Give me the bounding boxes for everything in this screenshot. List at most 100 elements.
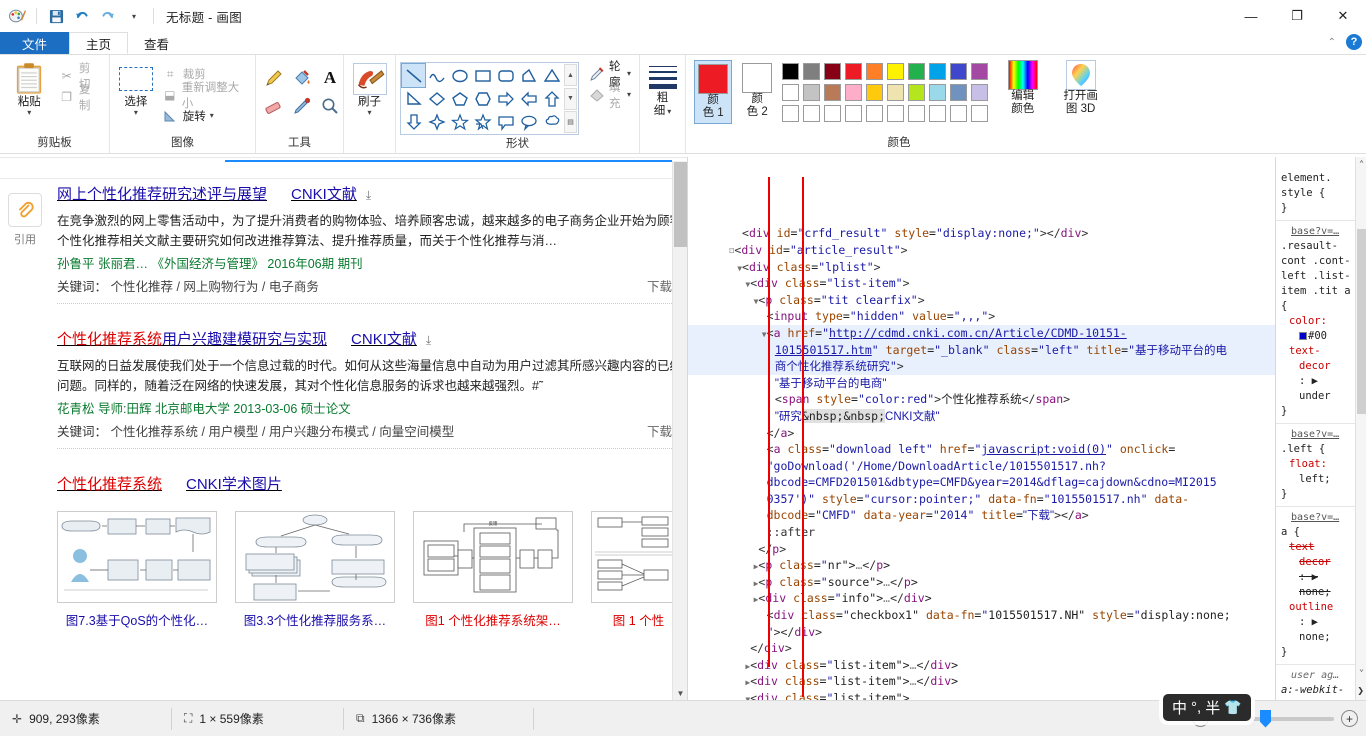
magnifier-icon[interactable] [316,92,344,120]
shapes-expand-icon[interactable]: ▤ [564,111,577,133]
zoom-slider-thumb[interactable] [1260,709,1271,728]
minimize-button[interactable]: — [1228,0,1274,32]
shapes-scroll-up-icon[interactable]: ▲ [564,64,577,86]
web-panel-scroll-down-icon[interactable]: ▼ [673,686,688,700]
shape-diamond-icon[interactable] [425,87,448,110]
shapes-gallery[interactable]: ▲ ▼ ▤ [400,62,579,135]
collapse-ribbon-icon[interactable]: ⌃ [1328,37,1336,48]
color2-button[interactable]: 颜 色 2 [738,60,776,122]
style-decl-text-decoration[interactable]: text- [1281,344,1361,359]
dom-node-line[interactable]: ▼<div class="lplist"> [688,259,1276,276]
ime-indicator[interactable]: 中 °, 半 👕 [1163,694,1251,721]
styles-scroll-down-icon[interactable]: ⌄ [1356,662,1366,674]
color-swatch-icon[interactable] [1299,332,1307,340]
figure-thumbnail[interactable] [57,511,217,603]
rotate-button[interactable]: 旋转 ▾ [160,106,251,126]
palette-swatch-1-5[interactable] [887,84,905,101]
maximize-button[interactable]: ❐ [1274,0,1320,32]
figure-item[interactable]: 反馈 图1 个性化推荐系统架… [413,511,573,629]
palette-swatch-1-0[interactable] [782,84,800,101]
dom-node-line[interactable]: ▼</div> [688,640,1276,657]
save-icon[interactable] [45,5,67,27]
dom-node-line[interactable]: ▶<div class="list-item">…</div> [688,657,1276,674]
select-button[interactable]: 选择 ▾ [114,60,158,117]
palette-swatch-1-2[interactable] [824,84,842,101]
palette-swatch-2-9[interactable] [971,105,989,122]
dom-node-line[interactable]: ▼1015501517.htm" target="_blank" class="… [688,341,1276,359]
dom-node-line[interactable]: ▼<p class="tit clearfix"> [688,292,1276,309]
close-button[interactable]: ✕ [1320,0,1366,32]
palette-swatch-2-6[interactable] [908,105,926,122]
palette-swatch-2-2[interactable] [824,105,842,122]
style-decl-float[interactable]: float: [1281,457,1361,472]
palette-swatch-2-1[interactable] [803,105,821,122]
select-caret-icon[interactable]: ▾ [134,109,138,117]
image-block-title-highlight[interactable]: 个性化推荐系统 [57,476,162,493]
redo-icon[interactable] [97,5,119,27]
download-link[interactable]: 下载 [647,276,672,298]
dom-node-line[interactable]: ▼</p> [688,541,1276,558]
palette-swatch-0-7[interactable] [929,63,947,80]
style-source-link[interactable]: base?v=… [1281,427,1361,442]
result-source-tag[interactable]: CNKI文献 [351,331,417,348]
web-panel-scrollbar[interactable]: ▼ [672,161,687,700]
eraser-icon[interactable] [260,92,288,120]
palette-swatch-0-2[interactable] [824,63,842,80]
shape-line-icon[interactable] [401,63,426,88]
result-source-tag[interactable]: CNKI文献 [291,186,357,203]
dom-node-line[interactable]: ▼::after [688,524,1276,541]
image-block-source-tag[interactable]: CNKI学术图片 [186,476,282,493]
dom-node-line[interactable]: ⌑<div id="article_result"> [688,242,1276,259]
shape-callout-oval-icon[interactable] [517,110,540,133]
dom-node-line[interactable]: ▼</a> [688,425,1276,442]
tab-view[interactable]: 查看 [128,32,185,54]
palette-swatch-1-7[interactable] [929,84,947,101]
customize-quick-access-caret-icon[interactable]: ▾ [123,5,145,27]
download-icon[interactable]: ⤓ [366,183,371,207]
palette-swatch-1-3[interactable] [845,84,863,101]
edit-colors-button[interactable]: 编辑 颜色 [1004,60,1041,116]
palette-swatch-0-1[interactable] [803,63,821,80]
shape-star-6-icon[interactable] [471,110,494,133]
paste-caret-icon[interactable]: ▾ [27,109,31,117]
shape-arrow-down-icon[interactable] [402,110,425,133]
palette-swatch-0-0[interactable] [782,63,800,80]
zoom-in-button[interactable]: + [1341,710,1358,727]
open-paint3d-button[interactable]: 打开画 图 3D [1061,60,1100,116]
shape-star-5-icon[interactable] [448,110,471,133]
copy-button[interactable]: ❐ 复制 [56,84,105,112]
fill-bucket-icon[interactable] [288,64,316,92]
result-title-main[interactable]: 用户兴趣建模研究与实现 [162,331,327,348]
ime-width-mode[interactable]: 半 [1205,697,1220,718]
shape-curve-icon[interactable] [425,64,448,87]
shape-callout-cloud-icon[interactable] [540,110,563,133]
color1-button[interactable]: 颜 色 1 [694,60,733,124]
dom-node-line[interactable]: ▼dbcode="CMFD" data-year="2014" title="下… [688,507,1276,524]
shape-right-triangle-icon[interactable] [402,87,425,110]
palette-swatch-0-6[interactable] [908,63,926,80]
dom-node-line[interactable]: ▶<div class="list-item">…</div> [688,673,1276,690]
shape-arrow-left-icon[interactable] [517,87,540,110]
tab-file[interactable]: 文件 [0,32,70,54]
paint-canvas[interactable]: 引用 网上个性化推荐研究述评与展望 CNKI文献 ⤓ 在竞争激烈的网上零售活动中，为… [0,157,1366,700]
shape-pentagon-icon[interactable] [448,87,471,110]
citation-sidebar[interactable]: 引用 [8,193,42,247]
shape-star-4-icon[interactable] [425,110,448,133]
dom-node-line[interactable]: ▼"研究&nbsp;&nbsp;CNKI文献" [688,408,1276,425]
dom-node-line[interactable]: ▼<a class="download left" href="javascri… [688,441,1276,458]
shape-rect-icon[interactable] [471,64,494,87]
styles-scroll-thumb[interactable] [1357,229,1366,414]
dom-node-line[interactable]: ▼<span style="color:red">个性化推荐系统</span> [688,391,1276,408]
figure-item[interactable]: 图7.3基于QoS的个性化… [57,511,217,629]
keywords-value[interactable]: 个性化推荐系统 / 用户模型 / 用户兴趣分布模式 / 向量空间模型 [111,425,455,439]
dom-node-line[interactable]: ▼<a href="http://cdmd.cnki.com.cn/Articl… [688,324,1276,342]
result-title-main[interactable]: 网上个性化推荐研究述评与展望 [57,186,267,203]
palette-swatch-0-3[interactable] [845,63,863,80]
palette-swatch-2-4[interactable] [866,105,884,122]
result-title[interactable]: 网上个性化推荐研究述评与展望 CNKI文献 ⤓ [57,183,672,207]
download-icon[interactable]: ⤓ [426,328,431,352]
shapes-scroll-down-icon[interactable]: ▼ [564,87,577,110]
devtools-dom-tree[interactable]: ▼<div id="crfd_result" style="display:no… [688,159,1276,700]
shape-round-rect-icon[interactable] [494,64,517,87]
palette-swatch-2-5[interactable] [887,105,905,122]
